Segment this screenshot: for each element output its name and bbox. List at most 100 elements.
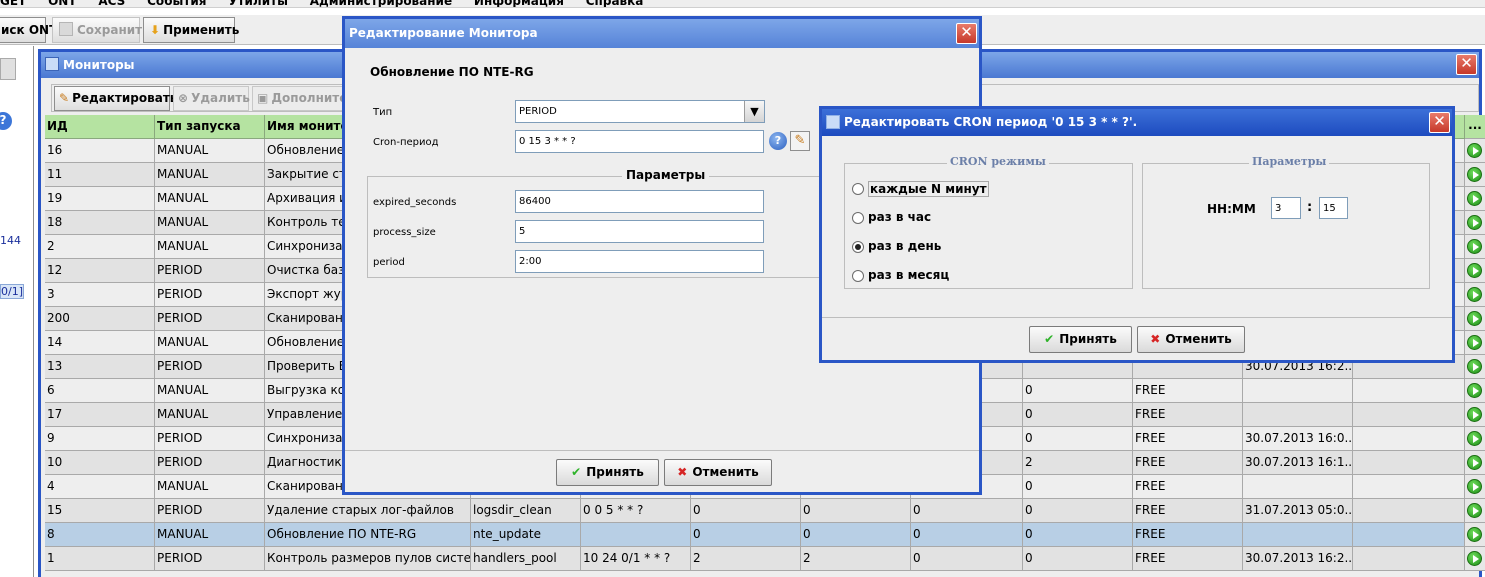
cell-state: FREE <box>1133 523 1243 547</box>
mode-daily-label[interactable]: раз в день <box>868 239 941 253</box>
cell-id: 8 <box>45 523 155 547</box>
extra-label: Дополнител <box>271 91 352 105</box>
cell-12 <box>1353 379 1465 403</box>
accept-label: Принять <box>1059 332 1117 346</box>
cell-id: 200 <box>45 307 155 331</box>
extra-button[interactable]: ▣ Дополнител <box>252 86 352 111</box>
play-icon[interactable] <box>1467 551 1482 566</box>
type-select[interactable]: PERIOD ▼ <box>515 100 765 123</box>
play-icon[interactable] <box>1467 311 1482 326</box>
play-icon[interactable] <box>1467 503 1482 518</box>
cell-launch-type: MANUAL <box>155 331 265 355</box>
param-value-field[interactable]: 5 <box>515 220 764 243</box>
cancel-button[interactable]: Отменить <box>664 459 772 486</box>
mode-monthly-label[interactable]: раз в месяц <box>868 268 949 282</box>
menu-utils[interactable]: Утилиты <box>228 0 288 7</box>
mode-daily-radio[interactable] <box>852 241 864 253</box>
help-icon[interactable]: ? <box>0 112 12 130</box>
play-icon[interactable] <box>1467 263 1482 278</box>
play-icon[interactable] <box>1467 191 1482 206</box>
cell-9: 2 <box>1023 451 1133 475</box>
menu-info[interactable]: Информация <box>474 0 564 7</box>
run-cell <box>1465 331 1485 355</box>
play-icon[interactable] <box>1467 359 1482 374</box>
col-launch-type[interactable]: Тип запуска <box>155 115 265 139</box>
pencil-icon[interactable]: ✎ <box>790 131 810 151</box>
play-icon[interactable] <box>1467 287 1482 302</box>
col-id[interactable]: ИД <box>45 115 155 139</box>
save-icon <box>59 22 73 36</box>
play-icon[interactable] <box>1467 215 1482 230</box>
accept-button[interactable]: Принять <box>556 459 659 486</box>
param-value-field[interactable]: 86400 <box>515 190 764 213</box>
close-icon[interactable]: ✕ <box>956 23 977 44</box>
play-icon[interactable] <box>1467 455 1482 470</box>
menu-admin[interactable]: Администрирование <box>310 0 452 7</box>
play-icon[interactable] <box>1467 527 1482 542</box>
menu-get[interactable]: GET <box>0 0 26 7</box>
cell-9: 0 <box>1023 547 1133 571</box>
apply-button[interactable]: ⬇ Применить <box>143 17 239 43</box>
play-icon[interactable] <box>1467 479 1482 494</box>
menu-help[interactable]: Справка <box>586 0 644 7</box>
cancel-button[interactable]: Отменить <box>1137 326 1245 353</box>
table-row[interactable]: 15 PERIOD Удаление старых лог-файлов logsdi… <box>45 499 1485 523</box>
cancel-label: Отменить <box>1165 332 1232 346</box>
menu-acs[interactable]: ACS <box>98 0 125 7</box>
search-ont-button[interactable]: иск ONT <box>0 17 57 43</box>
left-panel-text-2[interactable]: 0/1] <box>0 284 24 299</box>
play-icon[interactable] <box>1467 239 1482 254</box>
cell-monitor-name: Удаление старых лог-файлов <box>265 499 471 523</box>
play-icon[interactable] <box>1467 167 1482 182</box>
extra-icon: ▣ <box>257 91 269 105</box>
chevron-down-icon[interactable]: ▼ <box>744 101 764 122</box>
menu-ont[interactable]: ONT <box>48 0 76 7</box>
cell-state: FREE <box>1133 379 1243 403</box>
play-icon[interactable] <box>1467 383 1482 398</box>
edit-button[interactable]: ✎ Редактировать <box>54 86 177 111</box>
cron-field[interactable]: 0 15 3 * * ? <box>515 130 764 153</box>
cell-state: FREE <box>1133 451 1243 475</box>
cell-12 <box>1353 427 1465 451</box>
cell-7: 2 <box>801 547 911 571</box>
close-icon[interactable]: ✕ <box>1456 54 1477 75</box>
play-icon[interactable] <box>1467 431 1482 446</box>
cell-id: 13 <box>45 355 155 379</box>
edit-dialog-title: Редактирование Монитора <box>349 26 538 40</box>
save-button[interactable]: Сохранить <box>52 17 150 43</box>
col-run[interactable]: ... <box>1465 115 1485 139</box>
hours-input[interactable]: 3 <box>1271 197 1301 219</box>
run-cell <box>1465 259 1485 283</box>
cell-monitor-name: Обновление ПО NTE-RG <box>265 523 471 547</box>
close-icon[interactable]: ✕ <box>1429 112 1450 133</box>
cell-launch-type: PERIOD <box>155 307 265 331</box>
mode-hourly-radio[interactable] <box>852 212 864 224</box>
param-value-field[interactable]: 2:00 <box>515 250 764 273</box>
help-icon[interactable]: ? <box>769 132 787 150</box>
accept-button[interactable]: Принять <box>1029 326 1132 353</box>
table-row[interactable]: 8 MANUAL Обновление ПО NTE-RG nte_update 0 0 0… <box>45 523 1485 547</box>
cron-modes-legend: CRON режимы <box>947 155 1049 168</box>
cell-8: 0 <box>911 547 1023 571</box>
play-icon[interactable] <box>1467 143 1482 158</box>
param-name: process_size <box>373 227 436 238</box>
cell-handler: logsdir_clean <box>471 499 581 523</box>
nav-button[interactable] <box>0 58 16 80</box>
mode-every-n-minutes-radio[interactable] <box>852 183 864 195</box>
mode-hourly-label[interactable]: раз в час <box>868 210 931 224</box>
play-icon[interactable] <box>1467 335 1482 350</box>
delete-button[interactable]: ⊗ Удалить <box>173 86 250 111</box>
minutes-input[interactable]: 15 <box>1319 197 1348 219</box>
save-label: Сохранить <box>77 23 150 37</box>
run-cell <box>1465 187 1485 211</box>
mode-monthly-radio[interactable] <box>852 270 864 282</box>
play-icon[interactable] <box>1467 407 1482 422</box>
cell-launch-type: PERIOD <box>155 259 265 283</box>
edit-dialog-titlebar: Редактирование Монитора ✕ <box>345 19 979 48</box>
cell-id: 18 <box>45 211 155 235</box>
cell-9: 0 <box>1023 379 1133 403</box>
mode-every-n-minutes-label[interactable]: каждые N минут <box>868 181 989 197</box>
table-row[interactable]: 1 PERIOD Контроль размеров пулов системы ha… <box>45 547 1485 571</box>
menu-events[interactable]: События <box>147 0 206 7</box>
cell-launch-type: MANUAL <box>155 379 265 403</box>
